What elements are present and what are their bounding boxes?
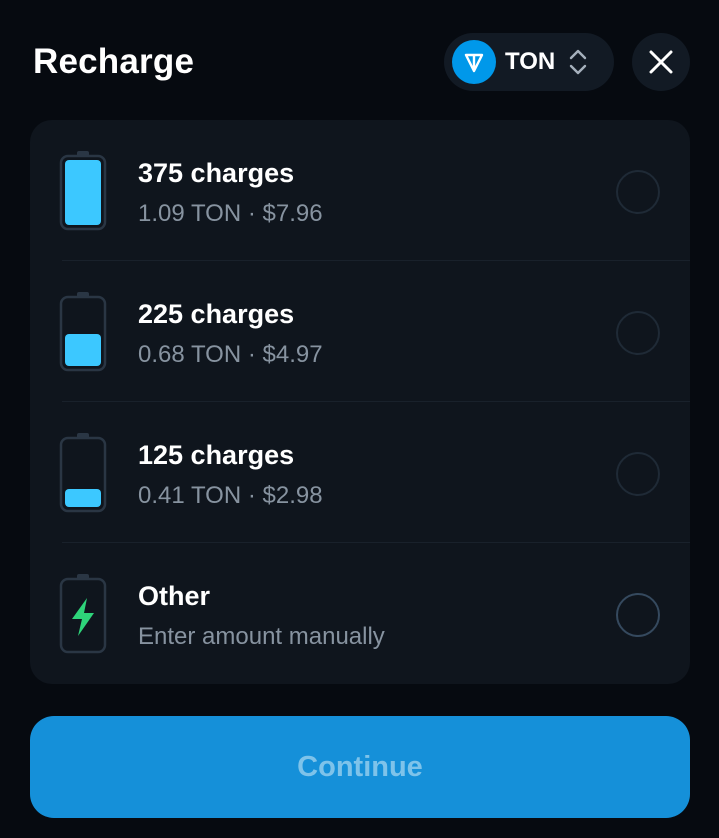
battery-full-icon xyxy=(59,151,107,231)
option-title: 225 charges xyxy=(138,299,295,329)
price-separator: · xyxy=(247,482,256,509)
option-price: 0.68 TON · $4.97 xyxy=(138,341,323,369)
radio-button[interactable] xyxy=(616,452,660,496)
price-separator: · xyxy=(247,341,256,368)
price-usd: $4.97 xyxy=(262,341,323,368)
close-button[interactable] xyxy=(632,33,690,91)
continue-button[interactable]: Continue xyxy=(30,716,690,818)
option-title: 125 charges xyxy=(138,440,295,470)
recharge-options-card: 375 charges 1.09 TON · $7.96 225 charges… xyxy=(30,120,690,684)
battery-half-icon xyxy=(59,292,107,372)
currency-selector[interactable]: TON xyxy=(444,33,614,91)
page-title: Recharge xyxy=(33,42,195,81)
price-ton: 0.68 TON xyxy=(138,341,242,368)
radio-button[interactable] xyxy=(616,311,660,355)
option-other[interactable]: Other Enter amount manually xyxy=(30,543,690,684)
option-title: 375 charges xyxy=(138,158,295,188)
currency-label: TON xyxy=(505,48,556,75)
price-usd: $7.96 xyxy=(262,200,323,227)
price-usd: $2.98 xyxy=(262,482,323,509)
price-separator: · xyxy=(247,200,256,227)
radio-button[interactable] xyxy=(616,170,660,214)
option-125-charges[interactable]: 125 charges 0.41 TON · $2.98 xyxy=(30,402,690,543)
lightning-battery-icon xyxy=(59,574,107,654)
ton-logo-icon xyxy=(452,40,496,84)
option-375-charges[interactable]: 375 charges 1.09 TON · $7.96 xyxy=(30,120,690,261)
radio-button[interactable] xyxy=(616,593,660,637)
option-225-charges[interactable]: 225 charges 0.68 TON · $4.97 xyxy=(30,261,690,402)
header: Recharge TON xyxy=(0,0,719,120)
chevron-up-down-icon xyxy=(570,49,587,75)
battery-low-icon xyxy=(59,433,107,513)
close-icon xyxy=(649,50,673,74)
option-price: 0.41 TON · $2.98 xyxy=(138,482,323,510)
option-price: 1.09 TON · $7.96 xyxy=(138,200,323,228)
price-ton: 0.41 TON xyxy=(138,482,242,509)
price-ton: 1.09 TON xyxy=(138,200,242,227)
option-title: Other xyxy=(138,581,211,611)
option-subtitle: Enter amount manually xyxy=(138,623,385,650)
